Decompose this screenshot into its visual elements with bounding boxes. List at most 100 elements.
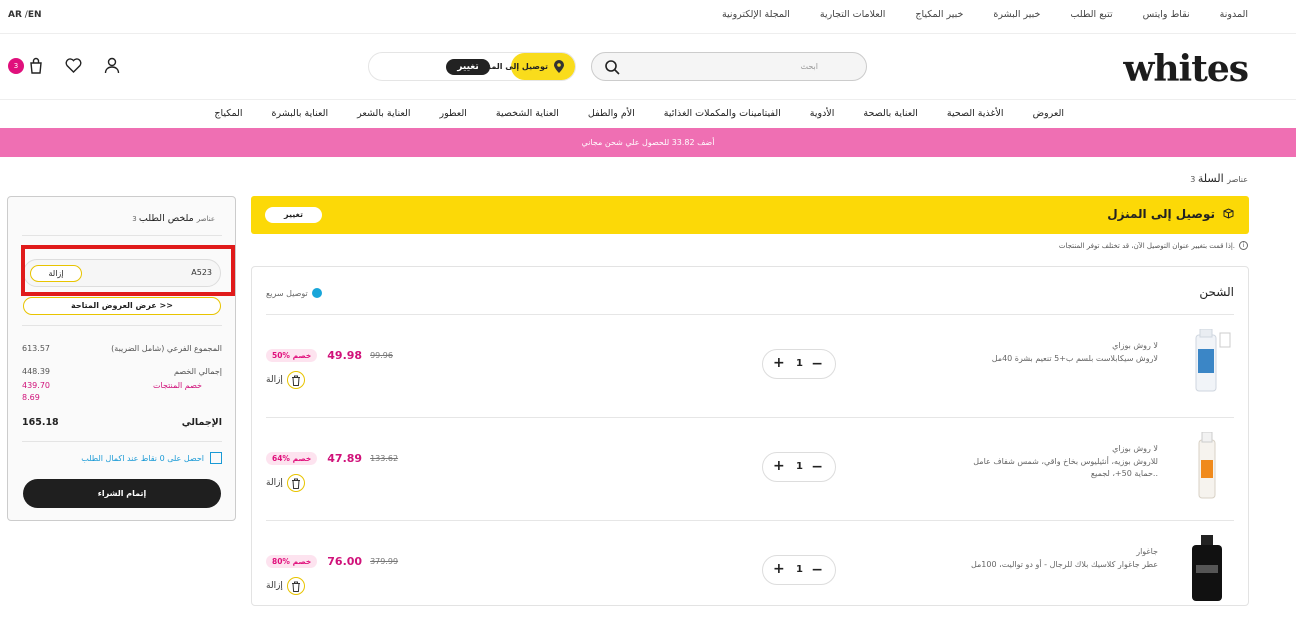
delivery-selector[interactable]: توصيل إلى المنزل تغيير [368,52,576,81]
cart-item: لا روش بوزاي للاروش بوزيه، أنثيليوس بخاخ… [252,418,1250,521]
summary-title-text: ملخص الطلب [138,213,194,224]
subtotal-value: 613.57 [22,344,50,353]
cart-count-badge: 3 [8,58,24,74]
note-text: إذا قمت بتغيير عنوان التوصيل الآن، قد تخ… [1058,241,1235,250]
view-offers-button[interactable]: عرض العروض المتاحة >> [23,297,221,315]
divider [22,441,222,442]
discount-total-value: 448.39 [22,367,50,376]
trash-icon [286,371,305,389]
nav-item-skin-care[interactable]: العناية بالبشرة [271,108,328,119]
top-link-whites-points[interactable]: نقاط وايتس [1143,9,1190,20]
quantity-value: 1 [796,564,803,575]
main-nav: العروض الأغذية الصحية العناية بالصحة الأ… [0,100,1296,128]
original-price: 99.96 [370,351,393,360]
address-change-note: إذا قمت بتغيير عنوان التوصيل الآن، قد تخ… [1059,241,1248,250]
top-bar: AR /EN المجلة الإلكترونية العلامات التجا… [0,0,1296,34]
decrease-qty-button[interactable]: − [811,459,823,475]
cart-title-text: السلة [1197,172,1224,185]
price-row: 64% خصم 47.89 133.62 [266,452,398,465]
discount-badge: 64% خصم [266,452,318,465]
trash-icon [286,577,305,595]
package-icon [1223,208,1234,219]
quantity-stepper: − 1 + [762,349,836,379]
search-input[interactable]: ابحث [801,62,818,71]
nav-item-hair-care[interactable]: العناية بالشعر [357,108,410,119]
nav-item-medicines[interactable]: الأدوية [810,108,835,119]
wishlist-heart-icon[interactable] [65,58,82,73]
increase-qty-button[interactable]: + [773,458,785,474]
total-label: الإجمالي [181,417,222,428]
product-brand: لا روش بوزاي [1112,341,1158,350]
search-icon[interactable] [604,59,620,75]
quantity-stepper: − 1 + [762,555,836,585]
remove-label: إزالة [266,375,283,385]
remove-item-button[interactable]: إزالة [266,474,305,492]
product-image[interactable] [1182,535,1232,603]
nav-item-personal-care[interactable]: العناية الشخصية [496,108,559,119]
nav-item-makeup[interactable]: المكياج [214,108,242,119]
product-name[interactable]: عطر جاغوار كلاسيك بلاك للرجال - أو دو تو… [958,559,1158,571]
cart-item: جاغوار عطر جاغوار كلاسيك بلاك للرجال - أ… [252,521,1250,624]
free-shipping-banner: أضف 33.82 للحصول علي شحن مجاني [0,128,1296,157]
increase-qty-button[interactable]: + [773,355,785,371]
order-summary: 3 عناصر ملخص الطلب A523 إزالة عرض العروض… [7,196,236,521]
top-link-makeup-expert[interactable]: خبير المكياج [915,9,963,20]
home-delivery-title: توصيل إلى المنزل [1107,207,1215,221]
search-bar[interactable]: ابحث [591,52,867,81]
top-link-emagazine[interactable]: المجلة الإلكترونية [722,9,790,20]
nav-item-health-food[interactable]: الأغذية الصحية [947,108,1004,119]
cart-bag-icon[interactable] [28,57,44,74]
subtotal-label: المجموع الفرعي (شامل الضريبة) [111,344,222,353]
remove-item-button[interactable]: إزالة [266,371,305,389]
location-pin-icon [554,60,564,73]
discount-total-label: إجمالي الخصم [174,367,222,376]
delivery-change-button[interactable]: تغيير [446,59,490,75]
nav-item-offers[interactable]: العروض [1033,108,1064,119]
top-link-brands[interactable]: العلامات التجارية [820,9,885,20]
nav-item-fragrances[interactable]: العطور [440,108,467,119]
product-image[interactable] [1182,329,1232,397]
product-name[interactable]: لاروش سيكابلاست بلسم ب+5 تنعيم بشرة 40مل [958,353,1158,365]
cart-title: 3 عناصر السلة [1187,172,1248,185]
checkout-button[interactable]: إتمام الشراء [23,479,221,508]
cart-item: لا روش بوزاي لاروش سيكابلاست بلسم ب+5 تن… [252,315,1250,418]
nav-item-health-care[interactable]: العناية بالصحة [863,108,918,119]
whites-logo[interactable]: whites [1123,48,1249,90]
remove-label: إزالة [266,581,283,591]
remove-item-button[interactable]: إزالة [266,577,305,595]
product-name[interactable]: للاروش بوزيه، أنثيليوس بخاخ واقي، شمس شف… [958,456,1158,480]
sale-price: 49.98 [327,349,363,362]
sale-price: 76.00 [327,555,363,568]
lang-ar[interactable]: AR [8,10,22,20]
points-icon [210,452,222,464]
remove-label: إزالة [266,478,283,488]
fast-delivery-label: توصيل سريع [266,288,308,298]
top-link-skin-expert[interactable]: خبير البشرة [993,9,1040,20]
language-switcher[interactable]: AR /EN [8,10,42,20]
original-price: 379.99 [370,557,399,566]
original-price: 133.62 [370,454,399,463]
price-row: 80% خصم 76.00 379.99 [266,555,398,568]
nav-item-vitamins[interactable]: الفيتامينات والمكملات الغذائية [664,108,781,119]
nav-item-mother-baby[interactable]: الأم والطفل [588,108,635,119]
header: 3 توصيل إلى المنزل تغيير ابحث whites [0,34,1296,100]
trash-icon [286,474,305,492]
info-icon: i [1239,241,1248,250]
decrease-qty-button[interactable]: − [811,562,823,578]
increase-qty-button[interactable]: + [773,561,785,577]
home-delivery-change-button[interactable]: تغيير [265,207,322,223]
fast-delivery-icon [311,288,322,298]
top-link-blog[interactable]: المدونة [1220,9,1248,20]
shipping-card: الشحن توصيل سريع لا روش بوزاي لاروش سيكا… [251,266,1249,606]
discount-badge: 80% خصم [266,555,318,568]
quantity-value: 1 [796,358,803,369]
total-value: 165.18 [22,417,59,428]
lang-en[interactable]: EN [28,10,42,20]
product-discount-label: خصم المنتجات [153,381,202,390]
price-row: 50% خصم 49.98 99.96 [266,349,393,362]
decrease-qty-button[interactable]: − [811,356,823,372]
top-link-track-order[interactable]: تتبع الطلب [1070,9,1112,20]
product-image[interactable] [1182,432,1232,500]
summary-title: 3 عناصر ملخص الطلب [132,213,221,224]
account-user-icon[interactable] [104,57,120,74]
